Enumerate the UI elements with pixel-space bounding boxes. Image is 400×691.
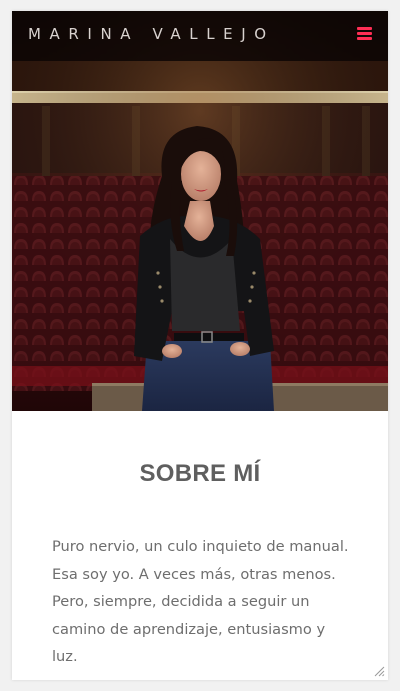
section-title: SOBRE MÍ xyxy=(139,460,261,487)
page-frame: MARINA VALLEJO SOBRE MÍ Puro nervio, un … xyxy=(12,11,388,680)
hamburger-menu-icon[interactable] xyxy=(357,26,372,40)
site-header: MARINA VALLEJO xyxy=(12,11,388,55)
menu-bar xyxy=(357,36,372,40)
about-text: Puro nervio, un culo inquieto de manual.… xyxy=(52,538,349,665)
hero-photo: MARINA VALLEJO xyxy=(12,11,388,411)
theater-portrait-image xyxy=(12,11,388,411)
menu-bar xyxy=(357,26,372,30)
resize-handle-icon[interactable] xyxy=(374,666,385,677)
menu-bar xyxy=(357,31,372,35)
about-section: SOBRE MÍ Puro nervio, un culo inquieto d… xyxy=(12,411,388,680)
site-brand[interactable]: MARINA VALLEJO xyxy=(28,24,275,43)
